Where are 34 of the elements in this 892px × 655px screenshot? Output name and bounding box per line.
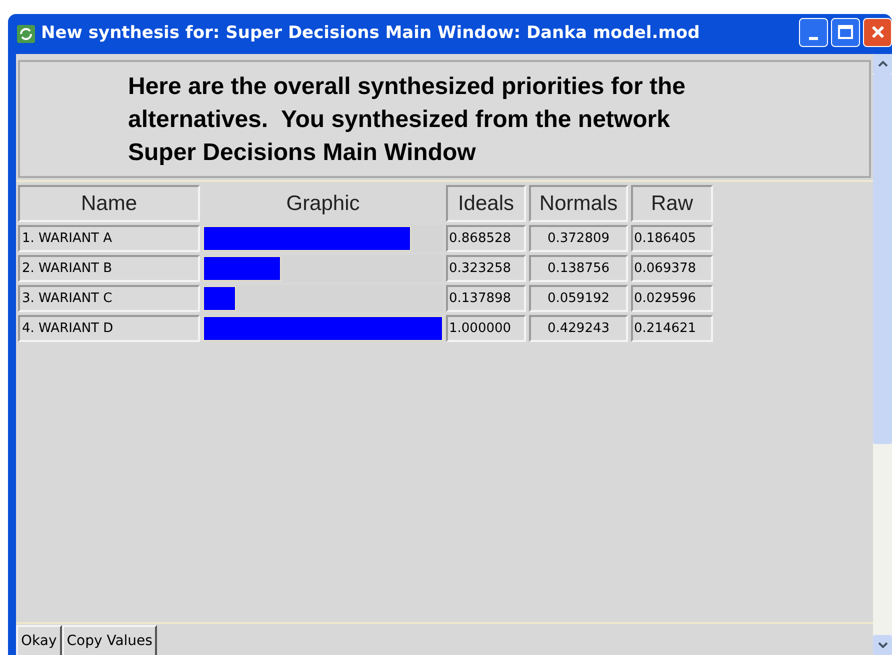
value-cell: 0.868528: [446, 225, 526, 252]
value-cell: 0.138756: [529, 255, 628, 282]
name-cell: 3. WARIANT C: [18, 285, 200, 312]
minimize-button[interactable]: [799, 18, 828, 46]
maximize-button[interactable]: [831, 18, 860, 46]
value-cell: 0.186405: [631, 225, 713, 252]
name-cell: 2. WARIANT B: [18, 255, 200, 282]
column-header: Name: [18, 185, 200, 222]
scroll-thumb[interactable]: [873, 74, 892, 444]
value-cell: 0.214621: [631, 315, 713, 342]
scrollbar[interactable]: [873, 54, 892, 655]
scroll-up-icon[interactable]: [873, 54, 892, 74]
app-icon: [17, 25, 35, 43]
value-cell: 0.029596: [631, 285, 713, 312]
close-icon: [870, 24, 886, 40]
message-text: Here are the overall synthesized priorities for the alternatives. You synthesized from the network Super Decisions Main Window: [128, 72, 687, 168]
value-cell: 0.323258: [446, 255, 526, 282]
value-cell: 0.372809: [529, 225, 628, 252]
value-cell: 0.429243: [529, 315, 628, 342]
name-cell: 1. WARIANT A: [18, 225, 200, 252]
value-cell: 0.137898: [446, 285, 526, 312]
value-cell: 0.059192: [529, 285, 628, 312]
scroll-down-icon[interactable]: [873, 635, 892, 655]
column-header: Raw: [631, 185, 713, 222]
action-button[interactable]: Copy Values: [62, 625, 158, 655]
name-cell: 4. WARIANT D: [18, 315, 200, 342]
close-button[interactable]: [863, 18, 892, 46]
action-button[interactable]: Okay: [16, 625, 62, 655]
value-cell: 0.069378: [631, 255, 713, 282]
window-title: New synthesis for: Super Decisions Main Window: Danka model.mod: [41, 22, 700, 46]
column-header: Graphic: [285, 190, 361, 217]
value-cell: 1.000000: [446, 315, 526, 342]
column-header: Normals: [529, 185, 628, 222]
column-header: Ideals: [446, 185, 526, 222]
